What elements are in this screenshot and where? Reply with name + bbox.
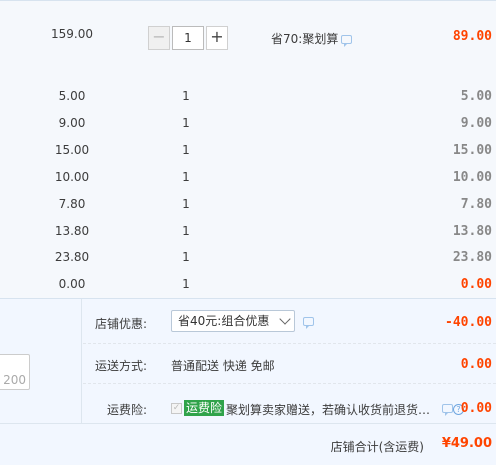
bundle-item-row: 9.00 1 9.00 <box>0 116 496 136</box>
store-total-value: ¥49.00 <box>441 436 492 451</box>
shipping-value: 0.00 <box>460 357 492 372</box>
bundle-item-price: 15.00 <box>54 142 90 157</box>
bundle-item-subtotal: 9.00 <box>460 115 492 131</box>
main-item-subtotal: 89.00 <box>452 29 492 44</box>
bundle-item-price: 10.00 <box>54 169 90 184</box>
discount-row: 店铺优惠: 省40元:组合优惠 -40.00 <box>83 299 496 344</box>
quantity-stepper[interactable]: − 1 + <box>148 26 230 50</box>
quantity-input[interactable]: 1 <box>172 26 204 50</box>
promo-text: 省70:聚划算 <box>271 32 339 46</box>
insurance-description: 聚划算卖家赠送，若确认收货前退货… <box>226 403 431 417</box>
increase-quantity-button[interactable]: + <box>206 26 228 50</box>
shipping-row: 运送方式: 普通配送 快递 免邮 0.00 <box>83 344 496 384</box>
note-textarea[interactable]: 200 <box>0 354 30 390</box>
bundle-item-quantity: 1 <box>182 142 190 157</box>
bundle-item-subtotal: 5.00 <box>460 89 492 104</box>
bundle-item-quantity: 1 <box>182 277 190 292</box>
promo-label: 省70:聚划算 <box>271 30 353 47</box>
bundle-item-price: 9.00 <box>58 115 86 130</box>
main-item-price: 159.00 <box>51 27 93 41</box>
insurance-checkbox[interactable]: ✓ <box>171 403 182 414</box>
message-icon[interactable] <box>303 317 314 329</box>
message-icon[interactable] <box>341 35 353 47</box>
shipping-label: 运送方式: <box>95 359 148 373</box>
store-total-bar: 店铺合计(含运费) ¥49.00 <box>0 423 496 465</box>
bundle-item-price: 7.80 <box>58 196 86 211</box>
bundle-item-row: 0.00 1 0.00 <box>0 277 496 297</box>
insurance-value: 0.00 <box>460 401 492 416</box>
bundle-item-subtotal: 0.00 <box>460 277 492 293</box>
decrease-quantity-button[interactable]: − <box>148 26 170 50</box>
bundle-item-subtotal: 7.80 <box>460 196 492 212</box>
bundle-item-price: 23.80 <box>54 250 90 265</box>
bundle-item-quantity: 1 <box>182 250 190 265</box>
bundle-item-row: 13.80 1 13.80 <box>0 224 496 244</box>
insurance-tag: 运费险 <box>184 400 225 416</box>
message-icon[interactable] <box>442 404 453 416</box>
main-order-item: 159.00 − 1 + 省70:聚划算 89.00 5.00 1 5.00 9.00… <box>0 0 496 298</box>
note-column: 200 <box>0 299 82 424</box>
bundle-item-subtotal: 23.80 <box>452 250 492 266</box>
bundle-item-quantity: 1 <box>182 196 190 211</box>
bundle-item-quantity: 1 <box>182 169 190 184</box>
discount-selected-value: 省40元:组合优惠 <box>178 314 270 328</box>
main-item-row: 159.00 <box>0 27 496 47</box>
bundle-item-row: 10.00 1 10.00 <box>0 170 496 190</box>
bundle-item-subtotal: 15.00 <box>452 142 492 158</box>
insurance-row: 运费险: ✓ 运费险 聚划算卖家赠送，若确认收货前退货… ? 0.00 <box>83 384 496 424</box>
bundle-item-row: 15.00 1 15.00 <box>0 143 496 163</box>
bundle-item-price: 0.00 <box>58 277 86 292</box>
bundle-item-quantity: 1 <box>182 223 190 238</box>
discount-value: -40.00 <box>445 315 492 330</box>
insurance-label: 运费险: <box>107 403 148 417</box>
bundle-item-row: 5.00 1 5.00 <box>0 89 496 109</box>
bundle-item-subtotal: 10.00 <box>452 169 492 185</box>
store-total-label: 店铺合计(含运费) <box>330 440 424 454</box>
order-extras: 200 店铺优惠: 省40元:组合优惠 -40.00 运送方式: 普通配送 快递… <box>0 298 496 424</box>
note-char-counter: 200 <box>3 373 26 387</box>
bundle-item-quantity: 1 <box>182 115 190 130</box>
bundle-item-row: 23.80 1 23.80 <box>0 250 496 270</box>
bundle-item-price: 13.80 <box>54 223 90 238</box>
bundle-item-quantity: 1 <box>182 89 190 103</box>
bundle-item-price: 5.00 <box>58 89 86 103</box>
shipping-method: 普通配送 快递 免邮 <box>171 359 275 373</box>
bundle-item-row: 7.80 1 7.80 <box>0 197 496 217</box>
discount-label: 店铺优惠: <box>95 317 148 331</box>
chevron-down-icon <box>279 313 291 325</box>
discount-select[interactable]: 省40元:组合优惠 <box>171 310 295 332</box>
bundle-item-subtotal: 13.80 <box>452 223 492 239</box>
